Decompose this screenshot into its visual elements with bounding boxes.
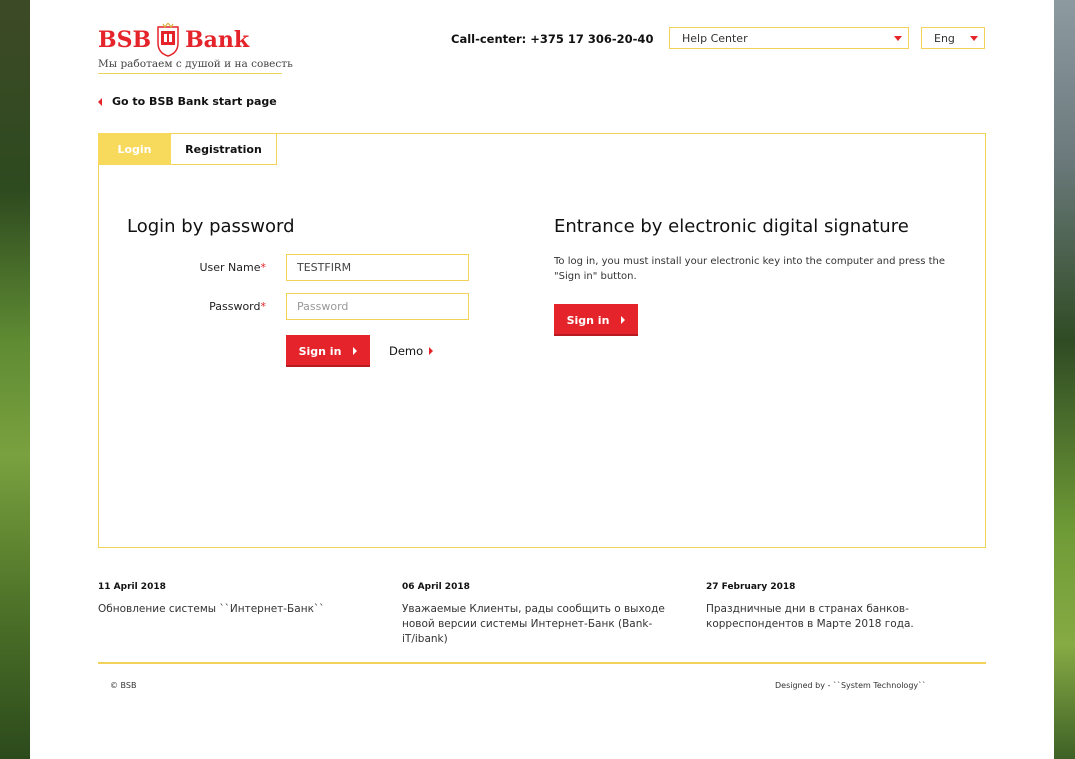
news-item[interactable]: 11 April 2018 Обновление системы ``Интер… xyxy=(98,582,383,617)
login-by-password-title: Login by password xyxy=(127,216,295,237)
copyright: © BSB xyxy=(110,681,137,690)
arrow-right-icon xyxy=(429,347,434,355)
footer-divider xyxy=(98,662,986,664)
arrow-left-icon xyxy=(98,97,102,106)
sign-in-label: Sign in xyxy=(298,344,342,358)
demo-label: Demo xyxy=(389,344,424,358)
username-label: User Name* xyxy=(199,261,266,274)
logo-word-bank: Bank xyxy=(185,27,250,53)
help-center-label: Help Center xyxy=(682,31,748,45)
news-text[interactable]: Обновление системы ``Интернет-Банк`` xyxy=(98,602,383,617)
background-right xyxy=(1054,0,1075,759)
news-date: 27 February 2018 xyxy=(706,582,796,592)
arrow-right-icon xyxy=(353,347,358,355)
news-date: 06 April 2018 xyxy=(402,582,470,592)
chevron-down-icon xyxy=(894,36,902,41)
page-container: BSB Bank Мы работаем с душой и на совест… xyxy=(30,0,1054,759)
news-text[interactable]: Праздничные дни в странах банков-корресп… xyxy=(706,602,991,632)
back-to-start-link[interactable]: Go to BSB Bank start page xyxy=(98,95,277,108)
language-label: Eng xyxy=(934,31,955,45)
auth-panel: Login Registration Login by password Use… xyxy=(98,133,986,548)
bsb-bank-logo[interactable]: BSB Bank Мы работаем с душой и на совест… xyxy=(98,20,293,80)
logo-underline xyxy=(98,73,282,74)
signature-sign-in-label: Sign in xyxy=(566,313,610,327)
digital-signature-instructions: To log in, you must install your electro… xyxy=(554,256,946,282)
digital-signature-title: Entrance by electronic digital signature xyxy=(554,216,909,237)
password-label: Password* xyxy=(209,300,266,313)
news-item[interactable]: 06 April 2018 Уважаемые Клиенты, рады со… xyxy=(402,582,687,647)
language-dropdown[interactable]: Eng xyxy=(921,27,985,49)
help-center-dropdown[interactable]: Help Center xyxy=(669,27,909,49)
username-input[interactable] xyxy=(286,254,469,281)
news-text[interactable]: Уважаемые Клиенты, рады сообщить о выход… xyxy=(402,602,687,647)
password-input[interactable] xyxy=(286,293,469,320)
arrow-right-icon xyxy=(621,316,626,324)
demo-link[interactable]: Demo xyxy=(389,344,434,358)
news-date: 11 April 2018 xyxy=(98,582,166,592)
sign-in-button[interactable]: Sign in xyxy=(286,335,370,367)
crest-icon xyxy=(157,23,179,57)
tab-login[interactable]: Login xyxy=(98,133,171,165)
callcenter-phone: Call-center: +375 17 306-20-40 xyxy=(451,32,654,46)
tab-registration[interactable]: Registration xyxy=(171,133,277,165)
logo-tagline: Мы работаем с душой и на совесть xyxy=(98,58,293,70)
auth-tabs: Login Registration xyxy=(98,133,277,165)
designed-by[interactable]: Designed by - ``System Technology`` xyxy=(775,681,926,690)
chevron-down-icon xyxy=(970,36,978,41)
back-link-label: Go to BSB Bank start page xyxy=(112,95,277,108)
logo-word-bsb: BSB xyxy=(98,27,152,53)
news-item[interactable]: 27 February 2018 Праздничные дни в стран… xyxy=(706,582,991,632)
background-left xyxy=(0,0,30,759)
signature-sign-in-button[interactable]: Sign in xyxy=(554,304,638,336)
